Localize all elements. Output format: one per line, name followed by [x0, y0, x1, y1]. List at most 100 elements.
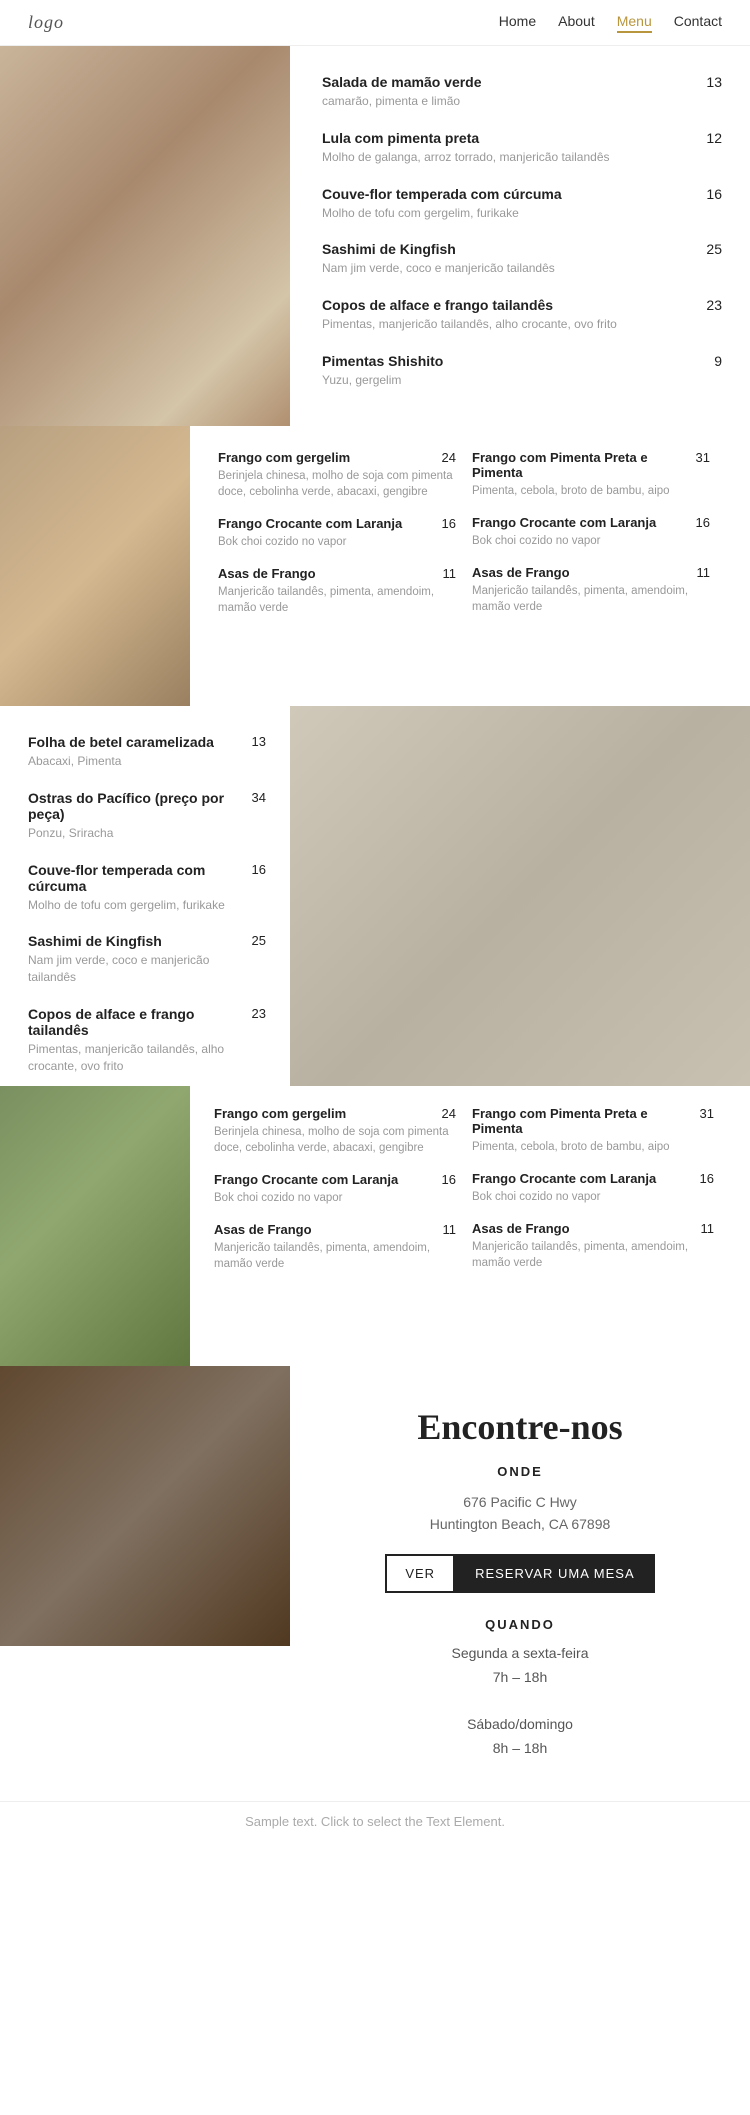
menu-col-item-header: Frango Crocante com Laranja 16	[218, 516, 456, 531]
outdoor-image	[0, 1086, 190, 1366]
menu-item: Couve-flor temperada com cúrcuma Molho d…	[28, 862, 266, 914]
menu-item: Ostras do Pacífico (preço por peça) Ponz…	[28, 790, 266, 842]
section-chicken-1: Frango com gergelim 24 Berinjela chinesa…	[0, 426, 750, 706]
menu-col-item: Asas de Frango 11 Manjericão tailandês, …	[218, 566, 456, 616]
menu-item-name: Lula com pimenta preta	[322, 130, 694, 146]
menu-item: Lula com pimenta preta Molho de galanga,…	[322, 130, 722, 166]
weekday-label: Segunda a sexta-feira	[318, 1642, 722, 1666]
table-image	[290, 706, 750, 1086]
menu-col-item-price: 11	[443, 1222, 457, 1237]
menu-item-info: Couve-flor temperada com cúrcuma Molho d…	[322, 186, 694, 222]
menu-item: Couve-flor temperada com cúrcuma Molho d…	[322, 186, 722, 222]
nav-contact[interactable]: Contact	[674, 13, 722, 33]
logo: logo	[28, 12, 64, 33]
find-us-image	[0, 1366, 290, 1801]
menu-col-item: Frango Crocante com Laranja 16 Bok choi …	[218, 516, 456, 550]
menu-col-item-name: Frango com Pimenta Preta e Pimenta	[472, 1106, 692, 1136]
menu-col-item-price: 31	[700, 1106, 714, 1121]
menu-list-1: Salada de mamão verde camarão, pimenta e…	[290, 46, 750, 426]
menu-col-item-header: Frango Crocante com Laranja 16	[472, 1171, 714, 1186]
address-line1: 676 Pacific C Hwy	[463, 1494, 577, 1510]
menu-item-price: 12	[706, 130, 722, 146]
menu-item-price: 25	[706, 241, 722, 257]
menu-item-desc: Nam jim verde, coco e manjericão tailand…	[322, 260, 694, 277]
menu-item-price: 23	[252, 1006, 266, 1075]
find-us-title: Encontre-nos	[318, 1406, 722, 1448]
menu-col-item-header: Frango com Pimenta Preta e Pimenta 31	[472, 1106, 714, 1136]
menu-item: Sashimi de Kingfish Nam jim verde, coco …	[28, 933, 266, 986]
section-appetizers: Salada de mamão verde camarão, pimenta e…	[0, 46, 750, 426]
menu-item-desc: Pimentas, manjericão tailandês, alho cro…	[28, 1041, 244, 1075]
menu-item: Salada de mamão verde camarão, pimenta e…	[322, 74, 722, 110]
menu-col-item-desc: Manjericão tailandês, pimenta, amendoim,…	[214, 1240, 456, 1272]
menu-item-name: Copos de alface e frango tailandês	[28, 1006, 244, 1038]
find-us-address: 676 Pacific C Hwy Huntington Beach, CA 6…	[318, 1491, 722, 1536]
nav-about[interactable]: About	[558, 13, 595, 33]
menu-col-item: Frango com gergelim 24 Berinjela chinesa…	[218, 450, 456, 500]
menu-item-price: 23	[706, 297, 722, 313]
menu-cols-2: Frango com gergelim 24 Berinjela chinesa…	[190, 1086, 750, 1366]
menu-col-item-name: Frango Crocante com Laranja	[472, 515, 656, 530]
menu-col-item-price: 16	[700, 1171, 714, 1186]
menu-col-item-price: 16	[696, 515, 710, 530]
menu-col-item-price: 24	[442, 450, 456, 465]
menu-item-price: 13	[706, 74, 722, 90]
menu-col-item-name: Frango Crocante com Laranja	[214, 1172, 398, 1187]
menu-col-item-name: Asas de Frango	[472, 1221, 570, 1236]
section-chicken-2: Frango com gergelim 24 Berinjela chinesa…	[0, 1086, 750, 1366]
find-us-when-label: QUANDO	[318, 1617, 722, 1632]
menu-item-price: 16	[706, 186, 722, 202]
menu-item-desc: Ponzu, Sriracha	[28, 825, 244, 842]
menu-item-desc: Molho de tofu com gergelim, furikake	[322, 205, 694, 222]
menu-col-item-price: 31	[696, 450, 710, 465]
menu-item: Copos de alface e frango tailandês Pimen…	[322, 297, 722, 333]
menu-col-item-header: Asas de Frango 11	[472, 565, 710, 580]
menu-col-item: Frango com Pimenta Preta e Pimenta 31 Pi…	[472, 1106, 714, 1155]
menu-item-info: Copos de alface e frango tailandês Pimen…	[322, 297, 694, 333]
menu-col-item-name: Asas de Frango	[472, 565, 570, 580]
menu-col-item: Frango Crocante com Laranja 16 Bok choi …	[472, 515, 710, 549]
menu-item-name: Sashimi de Kingfish	[28, 933, 244, 949]
menu-item-price: 25	[252, 933, 266, 986]
menu-col-item-desc: Manjericão tailandês, pimenta, amendoim,…	[472, 1239, 714, 1271]
weekday-hours: 7h – 18h	[318, 1666, 722, 1690]
menu-item-info: Pimentas Shishito Yuzu, gergelim	[322, 353, 702, 389]
menu-item-info: Copos de alface e frango tailandês Pimen…	[28, 1006, 244, 1075]
menu-col-item-desc: Manjericão tailandês, pimenta, amendoim,…	[472, 583, 710, 615]
menu-col-item-name: Frango Crocante com Laranja	[472, 1171, 656, 1186]
menu-col-item-name: Asas de Frango	[218, 566, 316, 581]
menu-col-item-price: 11	[697, 565, 711, 580]
menu-item-desc: Molho de galanga, arroz torrado, manjeri…	[322, 149, 694, 166]
menu-item-name: Couve-flor temperada com cúrcuma	[322, 186, 694, 202]
menu-item-name: Couve-flor temperada com cúrcuma	[28, 862, 244, 894]
address-line2: Huntington Beach, CA 67898	[430, 1516, 611, 1532]
menu-item-name: Salada de mamão verde	[322, 74, 694, 90]
food-image-1	[0, 46, 290, 426]
reserve-button[interactable]: RESERVAR UMA MESA	[455, 1554, 655, 1593]
menu-item-info: Sashimi de Kingfish Nam jim verde, coco …	[322, 241, 694, 277]
menu-col-item: Asas de Frango 11 Manjericão tailandês, …	[472, 565, 710, 615]
menu-col-item-header: Asas de Frango 11	[472, 1221, 714, 1236]
find-us-content: Encontre-nos ONDE 676 Pacific C Hwy Hunt…	[290, 1366, 750, 1801]
menu-item-desc: Yuzu, gergelim	[322, 372, 702, 389]
menu-col-item: Frango com gergelim 24 Berinjela chinesa…	[214, 1106, 456, 1156]
food-image-2	[0, 426, 190, 706]
menu-col-item-desc: Bok choi cozido no vapor	[214, 1190, 456, 1206]
menu-col-item-name: Frango com Pimenta Preta e Pimenta	[472, 450, 688, 480]
menu-column: Frango com gergelim 24 Berinjela chinesa…	[214, 1106, 472, 1346]
menu-item: Pimentas Shishito Yuzu, gergelim 9	[322, 353, 722, 389]
menu-col-item: Frango com Pimenta Preta e Pimenta 31 Pi…	[472, 450, 710, 499]
menu-item-price: 16	[252, 862, 266, 914]
menu-col-item-name: Frango com gergelim	[214, 1106, 346, 1121]
menu-column: Frango com gergelim 24 Berinjela chinesa…	[218, 450, 472, 682]
view-button[interactable]: VER	[385, 1554, 455, 1593]
menu-item-name: Copos de alface e frango tailandês	[322, 297, 694, 313]
menu-item-info: Lula com pimenta preta Molho de galanga,…	[322, 130, 694, 166]
nav-menu[interactable]: Menu	[617, 13, 652, 33]
footer-sample-text: Sample text. Click to select the Text El…	[0, 1801, 750, 1841]
find-us-where-label: ONDE	[318, 1464, 722, 1479]
menu-item: Copos de alface e frango tailandês Pimen…	[28, 1006, 266, 1075]
menu-col-item-desc: Bok choi cozido no vapor	[472, 1189, 714, 1205]
nav-home[interactable]: Home	[499, 13, 536, 33]
menu-col-item-header: Asas de Frango 11	[218, 566, 456, 581]
